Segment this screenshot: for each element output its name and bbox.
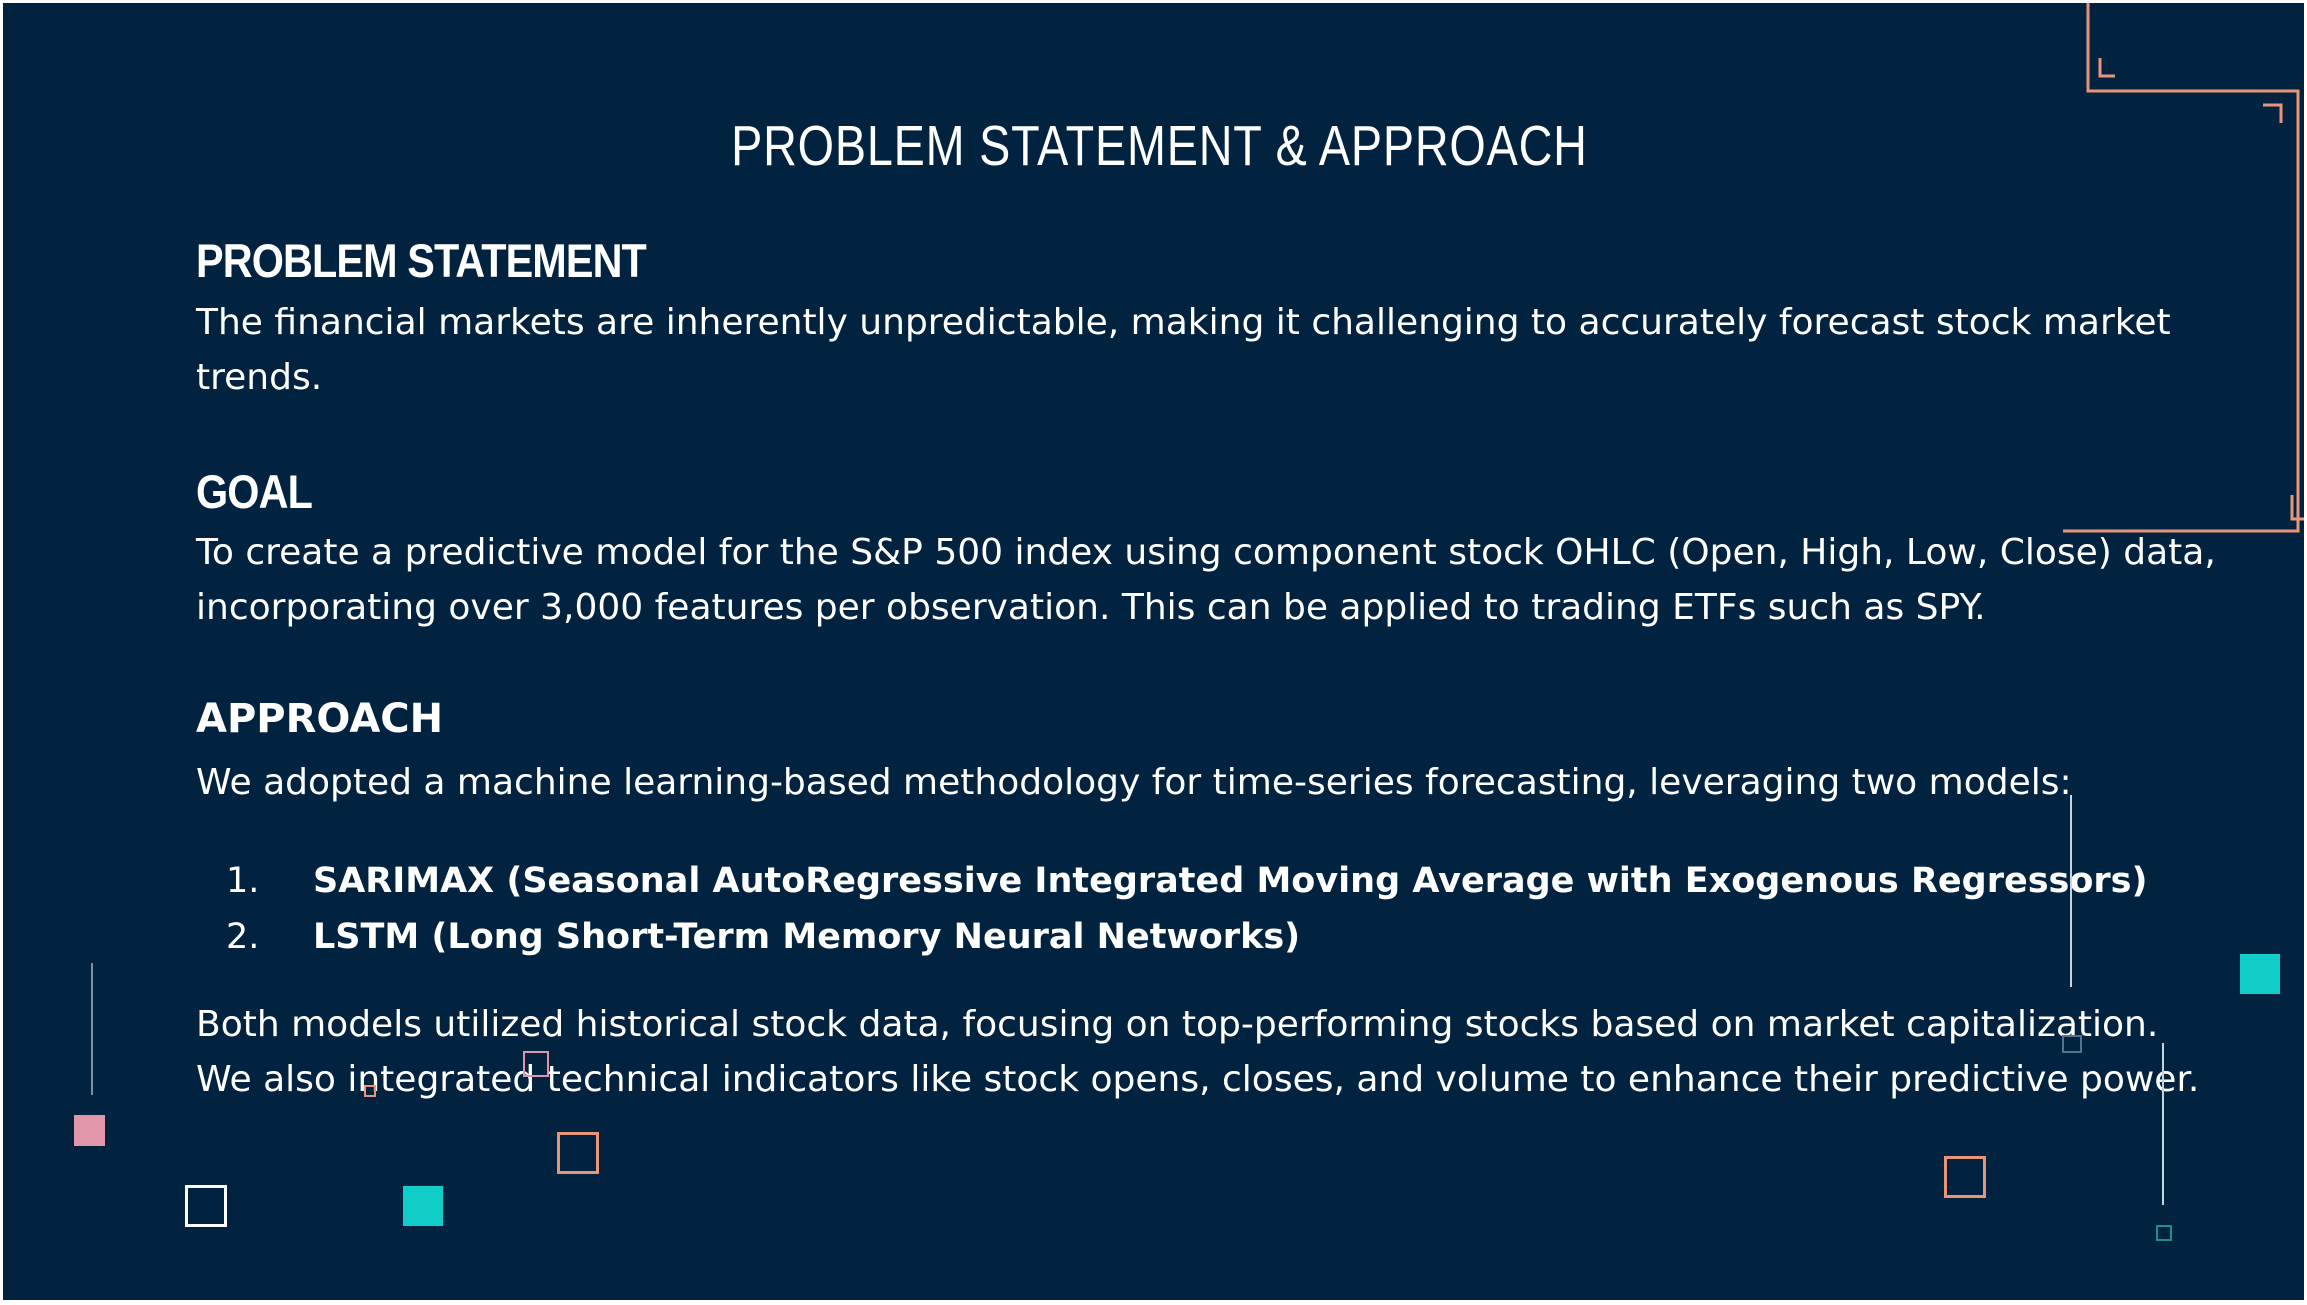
slide-title: PROBLEM STATEMENT & APPROACH — [731, 114, 1588, 178]
problem-statement-heading: PROBLEM STATEMENT — [196, 234, 647, 287]
vertical-line-decoration — [2070, 795, 2072, 987]
goal-text: To create a predictive model for the S&P… — [196, 532, 2216, 628]
approach-intro-text: We adopted a machine learning-based meth… — [196, 762, 2072, 803]
corner-frame-decoration — [2063, 3, 2304, 533]
problem-statement-text: The financial markets are inherently unp… — [196, 302, 2171, 398]
model-label-sarimax: SARIMAX (Seasonal AutoRegressive Integra… — [313, 861, 2148, 901]
list-number: 2. — [226, 917, 260, 957]
teal-square-decoration — [2240, 954, 2280, 994]
small-orange-square-decoration — [364, 1085, 376, 1097]
small-teal-outline-square-decoration — [2156, 1225, 2172, 1241]
pink-square-decoration — [74, 1115, 105, 1146]
orange-outline-square-decoration — [557, 1132, 599, 1174]
model-label-lstm: LSTM (Long Short-Term Memory Neural Netw… — [313, 917, 1301, 957]
list-number: 1. — [226, 861, 260, 901]
vertical-line-decoration — [2162, 1043, 2164, 1205]
teal-square-decoration — [403, 1186, 443, 1226]
approach-conclusion-text: Both models utilized historical stock da… — [196, 1004, 2200, 1100]
white-outline-square-decoration — [185, 1185, 227, 1227]
goal-heading: GOAL — [196, 465, 313, 518]
orange-outline-square-decoration — [1944, 1156, 1986, 1198]
pink-outline-square-decoration — [523, 1051, 549, 1077]
slide: PROBLEM STATEMENT & APPROACH PROBLEM STA… — [3, 3, 2304, 1300]
vertical-line-decoration — [91, 963, 93, 1095]
approach-heading: APPROACH — [196, 696, 444, 742]
small-outline-square-decoration — [2062, 1035, 2082, 1053]
